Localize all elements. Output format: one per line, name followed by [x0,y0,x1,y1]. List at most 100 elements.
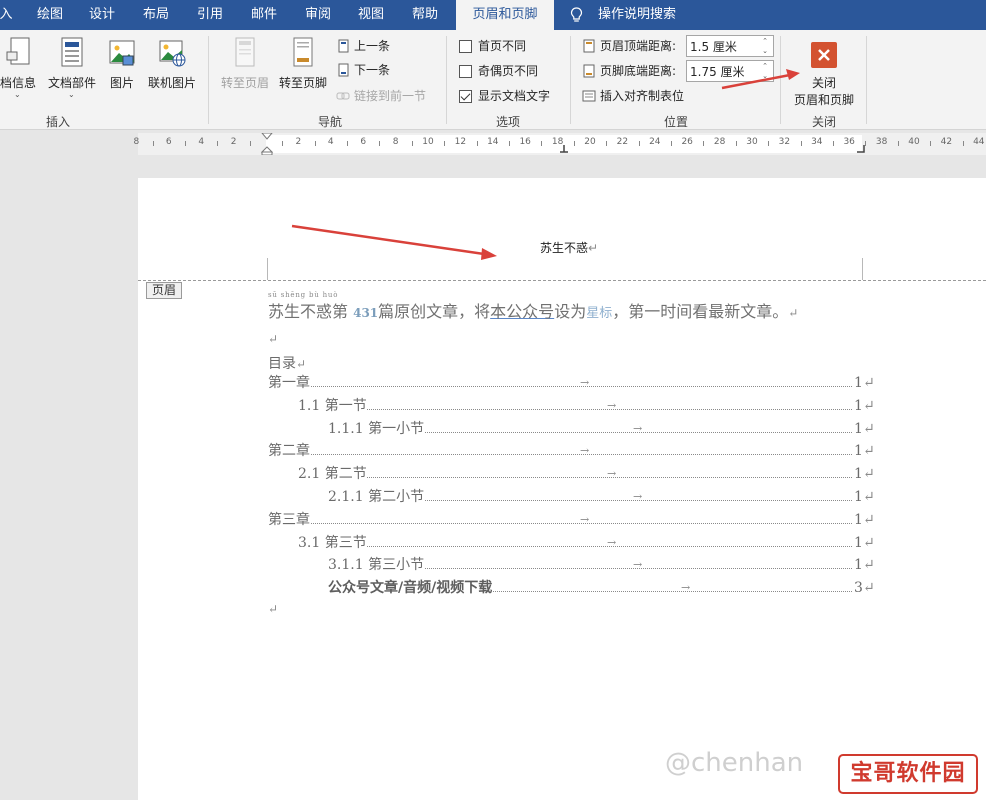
ruler-tick [703,141,705,146]
group-divider [446,36,447,124]
ruler-number: 16 [519,137,531,147]
ruler-tick [962,141,964,146]
header-boundary [138,280,986,281]
tab-help[interactable]: 帮助 [403,0,447,30]
close-header-footer-button[interactable]: 关闭 页眉和页脚 [786,36,862,114]
header-corner-mark [267,258,268,280]
group-label-navigation: 导航 [317,115,342,129]
ruler-tick [735,141,737,146]
toc-entry[interactable]: 1.1 第一节 → 1 ↵ [298,394,875,417]
spin-down-icon[interactable]: ⌄ [759,71,771,81]
ruler-tick [800,141,802,146]
paragraph-mark: ↵ [863,397,875,414]
toc-entry[interactable]: 第一章 → 1 ↵ [268,372,875,394]
footer-bottom-distance-input[interactable] [690,62,754,80]
ruler-tick [930,141,932,146]
show-document-text-checkbox[interactable] [459,90,472,103]
ruler-tick [833,141,834,146]
tab-layout[interactable]: 布局 [134,0,178,30]
ruler-tick [314,141,316,146]
tab-arrow-mark: → [633,558,643,572]
toc-entry[interactable]: 2.1.1 第二小节 → 1 ↵ [328,486,875,508]
tab-view[interactable]: 视图 [349,0,393,30]
toc-page-number: 1 [854,511,863,528]
ruler-tick [185,141,186,146]
next-section-icon [338,63,349,77]
ruler-tick [606,141,608,146]
ruler-number: 18 [551,137,564,147]
odd-even-different-checkbox[interactable] [459,65,472,78]
toc-entry-title: 1.1.1 第一小节 [328,417,425,440]
tab-arrow-mark: → [580,512,590,526]
tab-mailings[interactable]: 邮件 [242,0,286,30]
first-page-different-label: 首页不同 [478,39,527,53]
toc-entry[interactable]: 3.1 第三节 → 1 ↵ [298,531,875,554]
tab-draw[interactable]: 绘图 [28,0,72,30]
link-icon [336,92,350,100]
paragraph-mark: ↵ [863,420,875,437]
toc-entry-title: 2.1.1 第二小节 [328,486,425,508]
paragraph-mark: ↵ [863,511,875,528]
toc-heading[interactable]: 目录↵ [268,353,306,373]
tab-arrow-mark: → [580,376,590,389]
goto-footer-button[interactable]: 转至页脚 [275,36,331,92]
toc-leader-dots [358,431,852,433]
tab-arrow-mark: → [607,467,617,481]
toc-leader-dots [358,500,852,501]
first-page-different-checkbox[interactable] [459,40,472,53]
toc-leader-dots [328,545,852,547]
close-label-line1: 关闭 [811,76,836,90]
tab-review[interactable]: 审阅 [296,0,340,30]
ruler-number: 14 [487,137,499,147]
toc-entry[interactable]: 1.1.1 第一小节 → 1 ↵ [328,417,875,440]
header-top-distance-spinner[interactable]: ⌃ ⌄ [686,35,774,57]
spin-down-icon[interactable]: ⌄ [759,46,771,56]
spin-up-icon[interactable]: ⌃ [759,61,771,71]
toc-leader-dots [298,522,852,524]
indent-marker-icon[interactable] [261,133,273,155]
toc-entry[interactable]: 第三章 → 1 ↵ [268,508,875,531]
toc-page-number: 1 [854,397,863,414]
tab-arrow-mark: → [580,444,590,458]
toc-entry-title: 3.1 第三节 [298,531,367,554]
toc-entry[interactable]: 2.1 第二节 → 1 ↵ [298,463,875,486]
intro-paragraph[interactable]: 苏生不惑第 431篇原创文章，将本公众号设为星标，第一时间看最新文章。↵ [268,298,798,322]
ruler-tick [411,141,413,146]
goto-footer-icon [293,37,313,67]
footer-bottom-distance-spinner[interactable]: ⌃ ⌄ [686,60,774,82]
online-picture-icon [159,40,186,67]
group-label-close: 关闭 [811,115,836,129]
horizontal-ruler[interactable]: 8 6 4 2 2 4 6 8 10 12 14 16 18 20 22 24 26 28 30 32 34 36 38 40… [134,133,986,155]
online-picture-button[interactable]: 联机图片 [144,36,200,92]
paragraph-mark: ↵ [268,332,279,346]
tab-references[interactable]: 引用 [188,0,232,30]
toc-entry-title: 第三章 [268,508,310,531]
ruler-tick [573,141,575,146]
group-divider [570,36,571,124]
tab-design[interactable]: 设计 [80,0,124,30]
alignment-tab-icon [582,90,596,102]
toc-entry[interactable]: 3.1.1 第三小节 → 1 ↵ [328,554,875,577]
watermark-text: @chenhan [665,748,804,778]
picture-button[interactable]: 图片 [104,36,140,92]
tab-header-footer[interactable]: 页眉和页脚 [456,0,554,30]
doc-info-button[interactable]: 档信息 ⌄ [0,36,42,99]
chevron-down-icon: ⌄ [14,90,21,99]
ruler-number: 40 [908,137,920,147]
spin-up-icon[interactable]: ⌃ [759,36,771,46]
toc-entry[interactable]: 公众号文章/音频/视频下载 → 3 ↵ [328,577,875,600]
goto-header-button[interactable]: 转至页眉 [218,36,272,92]
tab-insert[interactable]: 入 [0,0,16,30]
header-content[interactable]: 苏生不惑↵ [540,239,598,256]
ribbon: 档信息 ⌄ 文档部件 ⌄ 图片 联机图片 插入 转至页眉 转至页脚 上一条 下一… [0,30,986,130]
ruler-number: 8 [133,137,140,147]
paragraph-mark: ↵ [788,306,799,320]
ruler-number: 4 [327,137,334,147]
ruler-number: 8 [392,137,399,147]
tab-arrow-mark: → [607,398,617,412]
header-top-distance-input[interactable] [690,37,754,55]
toc-entry[interactable]: 第二章 → 1 ↵ [268,440,875,463]
ruler-tick [509,141,510,146]
tab-arrow-mark: → [681,581,691,595]
doc-parts-button[interactable]: 文档部件 ⌄ [44,36,100,99]
